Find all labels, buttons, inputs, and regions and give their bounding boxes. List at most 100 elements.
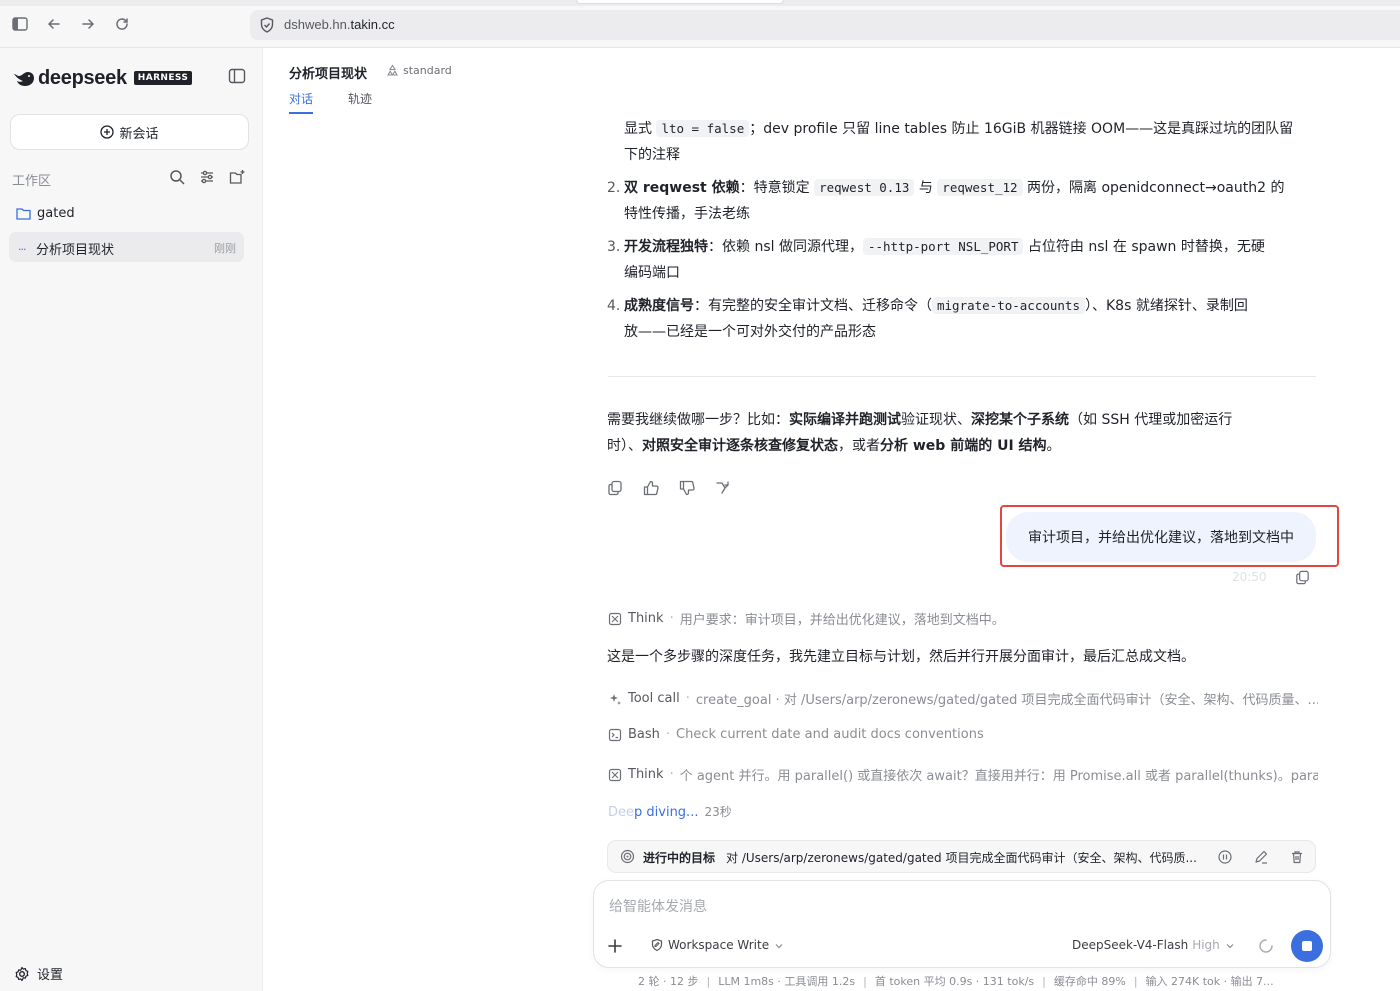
status-tokens: 输入 274K tok · 输出 7... [1145, 975, 1274, 988]
workspace-actions [168, 168, 246, 186]
pause-icon[interactable] [1217, 849, 1233, 865]
text: 编码端口 [624, 265, 680, 281]
folder-icon [16, 207, 31, 220]
new-chat-label: 新会话 [119, 126, 159, 142]
recycle-icon [386, 64, 399, 77]
text: 需要我继续做哪一步？比如： [607, 412, 789, 428]
list-item: 开发流程独特：依赖 nsl 做同源代理， --http-port NSL_PORT… [624, 234, 1324, 286]
text: 特性传播，手法老练 [624, 206, 750, 222]
sidebar: deepseek HARNESS 新会话 工作区 gated ... 分析项目现… [0, 48, 263, 991]
workspace-label: 工作区 [12, 174, 52, 189]
session-name: 分析项目现状 [36, 243, 115, 258]
text: 。 [1046, 438, 1061, 454]
text: 两份，隔离 openidconnect→oauth2 的 [1022, 180, 1285, 196]
message-time: 20:50 [1232, 570, 1267, 584]
back-icon[interactable] [44, 14, 64, 34]
reload-icon[interactable] [112, 14, 132, 34]
text: （如 SSH 代理或加密运行 [1069, 412, 1233, 428]
logo-text: deepseek [38, 66, 127, 89]
branch-icon[interactable] [714, 479, 732, 497]
emphasis: 分析 web 前端的 UI 结构 [880, 438, 1047, 454]
separator: | [706, 975, 711, 988]
status-text-faded: Dee [608, 805, 635, 820]
logo-badge: HARNESS [133, 71, 193, 85]
url-prefix: dshweb.hn. [284, 17, 351, 32]
step-think[interactable]: Think · 用户要求：审计项目，并给出优化建议，落地到文档中。 [608, 609, 1318, 628]
text: 验证现状、 [901, 412, 971, 428]
sparkle-icon [608, 692, 622, 706]
trash-icon[interactable] [1289, 849, 1305, 865]
text: ，或者 [838, 438, 880, 454]
message-input[interactable]: 给智能体发消息 [609, 896, 707, 916]
inline-code: lto = false [656, 120, 750, 137]
tab-conversation[interactable]: 对话 [289, 90, 314, 114]
workspace-folder[interactable]: gated [16, 206, 75, 221]
list-item: 成熟度信号：有完整的安全审计文档、迁移命令（ migrate-to-account… [624, 293, 1324, 345]
active-browser-tab[interactable] [576, 0, 784, 4]
list-number: 2. [607, 180, 621, 196]
list-item-continuation: 显式 lto = false ；dev profile 只留 line table… [624, 116, 1324, 168]
step-think[interactable]: Think · 个 agent 并行。用 parallel() 或直接依次 awai… [608, 765, 1318, 784]
url-domain: takin.cc [350, 17, 395, 32]
search-icon[interactable] [168, 168, 186, 186]
step-tool-call[interactable]: Tool call · create_goal · 对 /Users/arp/zer… [608, 689, 1318, 708]
divider [608, 376, 1316, 377]
list-item-heading: 成熟度信号 [624, 298, 694, 314]
thumbs-up-icon[interactable] [642, 479, 660, 497]
step-detail: create_goal · 对 /Users/arp/zeronews/gate… [695, 693, 1318, 708]
separator: | [1042, 975, 1046, 988]
elapsed-time: 23秒 [704, 805, 732, 819]
shield-icon[interactable] [258, 16, 276, 34]
emphasis: 实际编译并跑测试 [789, 412, 901, 428]
spinner-icon [1258, 938, 1274, 954]
list-item: 双 reqwest 依赖：特意锁定 reqwest 0.13 与 reqwest… [624, 175, 1324, 227]
inline-code: --http-port NSL_PORT [862, 238, 1024, 255]
inline-code: reqwest 0.13 [814, 179, 915, 196]
message-composer[interactable]: 给智能体发消息 Workspace Write DeepSeek-V4-Flas… [593, 880, 1331, 968]
inline-code: migrate-to-accounts [932, 297, 1085, 314]
text: ：依赖 nsl 做同源代理， [708, 239, 863, 255]
goal-text: 对 /Users/arp/zeronews/gated/gated 项目完成全面… [726, 851, 1196, 865]
settings-button[interactable]: 设置 [14, 964, 63, 983]
status-cache: 缓存命中 89% [1053, 975, 1126, 988]
copy-icon[interactable] [606, 479, 624, 497]
status-token-speed: 首 token 平均 0.9s · 131 tok/s [874, 975, 1035, 988]
new-chat-button[interactable]: 新会话 [10, 114, 249, 150]
step-detail: 用户要求：审计项目，并给出优化建议，落地到文档中。 [679, 613, 1005, 628]
status-text: p diving... [634, 805, 699, 820]
folder-name: gated [37, 206, 75, 221]
filter-icon[interactable] [198, 168, 216, 186]
edit-icon[interactable] [1253, 849, 1269, 865]
settings-label: 设置 [37, 968, 64, 983]
thumbs-down-icon[interactable] [678, 479, 696, 497]
shield-edit-icon [650, 938, 664, 952]
followup-paragraph: 需要我继续做哪一步？比如：实际编译并跑测试验证现状、深挖某个子系统（如 SSH … [607, 407, 1322, 459]
list-item-heading: 双 reqwest 依赖 [624, 180, 740, 196]
new-folder-icon[interactable] [228, 168, 246, 186]
text: ；dev profile 只留 line tables 防止 16GiB 机器链… [749, 121, 1294, 137]
workspace-mode-dropdown[interactable]: Workspace Write [650, 938, 784, 952]
mode-label: standard [403, 64, 452, 77]
address-bar[interactable]: dshweb.hn.takin.cc [250, 10, 1400, 40]
tab-trace[interactable]: 轨迹 [348, 90, 372, 107]
terminal-icon [608, 728, 622, 742]
forward-icon[interactable] [78, 14, 98, 34]
separator: | [863, 975, 867, 988]
add-attachment-icon[interactable] [604, 935, 626, 957]
model-dropdown[interactable]: DeepSeek-V4-Flash High [1072, 938, 1235, 952]
copy-icon[interactable] [1294, 569, 1311, 586]
separator: · [685, 691, 690, 706]
session-item[interactable]: ... 分析项目现状 刚刚 [9, 232, 244, 262]
chevron-down-icon [774, 940, 784, 950]
collapse-sidebar-icon[interactable] [228, 68, 248, 86]
list-item-heading: 开发流程独特 [624, 239, 708, 255]
step-kind: Think [628, 767, 664, 782]
deep-diving-status: Deep diving... 23秒 [608, 803, 732, 820]
stop-button[interactable] [1291, 930, 1323, 962]
text: 显式 [624, 121, 657, 137]
message-actions [606, 479, 732, 497]
model-name: DeepSeek-V4-Flash [1072, 938, 1189, 952]
step-bash[interactable]: Bash · Check current date and audit docs c… [608, 727, 1318, 742]
status-llm-time: LLM 1m8s · 工具调用 1.2s [718, 975, 856, 988]
sidebar-toggle-icon[interactable] [10, 14, 30, 34]
